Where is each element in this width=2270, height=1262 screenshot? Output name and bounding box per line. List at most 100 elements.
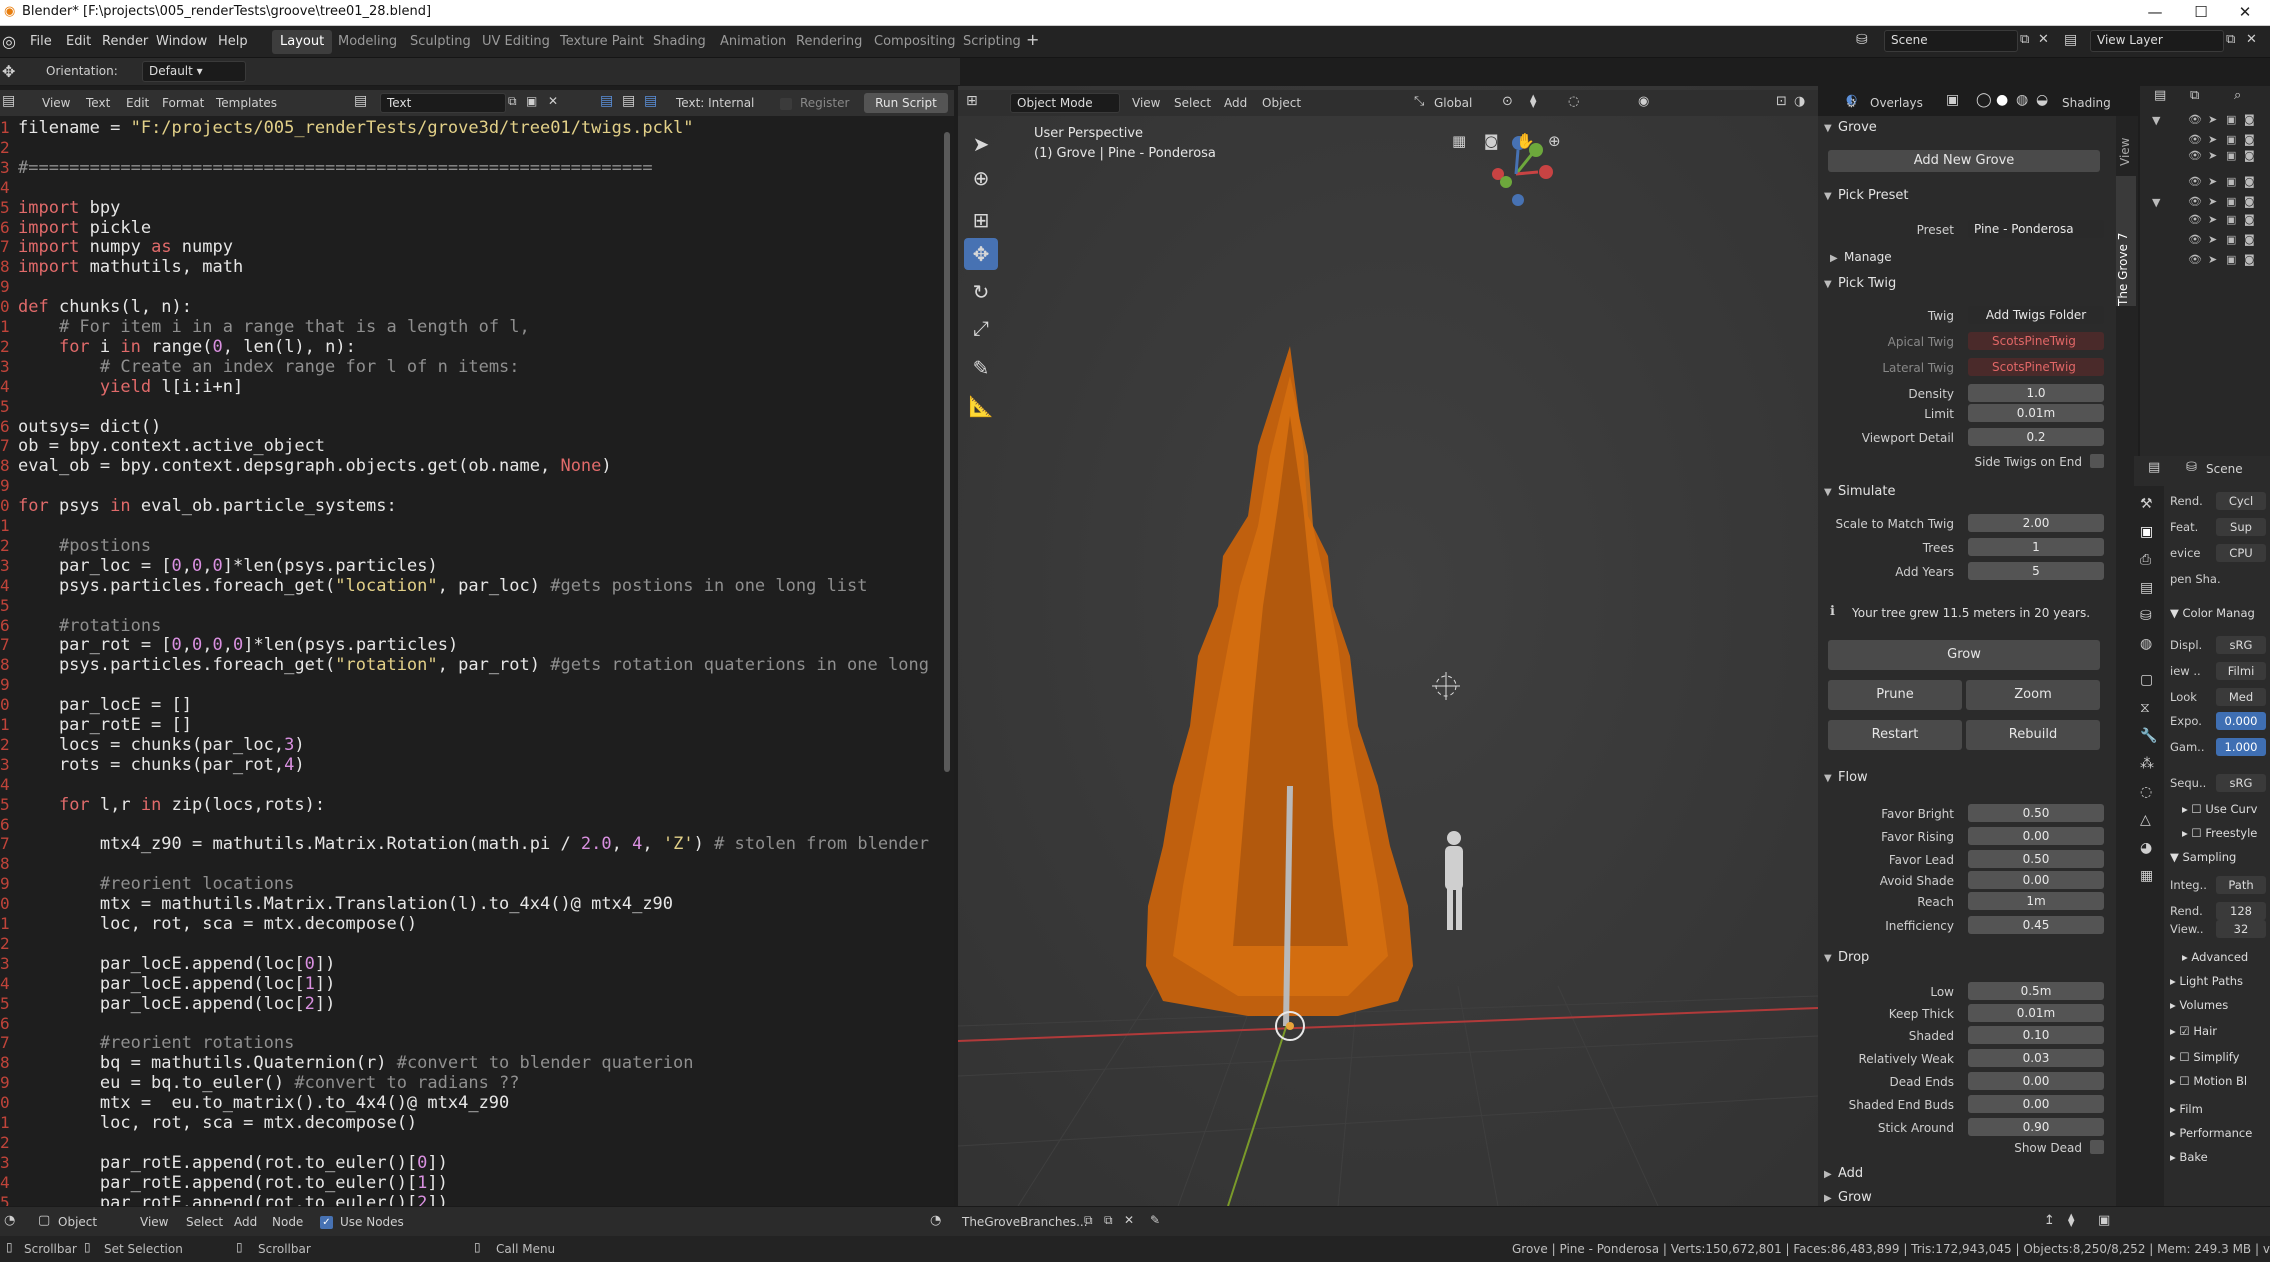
code-line[interactable]: 1 # For item i in a range that is a leng… <box>0 317 940 337</box>
tab-animation[interactable]: Animation <box>712 30 794 54</box>
outliner-row[interactable]: 👁 ➤ ▣ ◙ <box>2140 232 2270 250</box>
move-view-tool-icon[interactable]: ⊞ <box>964 204 998 236</box>
flow-value[interactable]: 0.00 <box>1968 827 2104 845</box>
add-workspace-icon[interactable]: + <box>1026 30 1039 49</box>
code-line[interactable]: 1 loc, rot, sca = mtx.decompose() <box>0 914 940 934</box>
flow-value[interactable]: 0.45 <box>1968 916 2104 934</box>
fake-user-icon[interactable]: ⧉ <box>508 94 517 109</box>
flow-value[interactable]: 0.50 <box>1968 850 2104 868</box>
shading-material-icon[interactable]: ◍ <box>2016 92 2028 108</box>
add-years-field[interactable]: 5 <box>1968 562 2104 580</box>
texture-props-icon[interactable]: ▦ <box>2140 868 2153 884</box>
code-line[interactable]: 3 #======================================… <box>0 158 940 178</box>
code-line[interactable]: 5 import bpy <box>0 198 940 218</box>
syntax-highlight-icon[interactable]: ▤ <box>644 93 657 109</box>
new-view-layer-icon[interactable]: ⧉ <box>2226 32 2235 47</box>
tool-props-icon[interactable]: ⚒ <box>2140 496 2153 512</box>
object-mode-dropdown[interactable]: Object Mode <box>1010 93 1120 113</box>
render-camera-icon[interactable]: ◙ <box>2244 113 2255 126</box>
code-line[interactable]: 4 yield l[i:i+n] <box>0 377 940 397</box>
selectable-arrow-icon[interactable]: ➤ <box>2208 213 2217 226</box>
render-props-icon[interactable]: ▣ <box>2140 524 2153 540</box>
lateral-twig-field[interactable]: ScotsPineTwig <box>1968 358 2104 376</box>
code-line[interactable]: 2 <box>0 138 940 158</box>
viewport-menu-view[interactable]: View <box>1132 96 1160 110</box>
menu-edit[interactable]: Edit <box>66 34 91 49</box>
code-line[interactable]: 5 <box>0 397 940 417</box>
section-pick-twig[interactable]: ▼ Pick Twig <box>1824 276 2112 298</box>
code-line[interactable]: 3 # Create an index range for l of n ite… <box>0 357 940 377</box>
property-section[interactable]: ▼ Color Manag <box>2170 606 2255 620</box>
outliner-row[interactable]: ▼ 👁 ➤ ▣ ◙ <box>2140 194 2270 212</box>
blender-menu-icon[interactable]: ◎ <box>2 32 16 51</box>
code-line[interactable]: 2 for i in range(0, len(l), n): <box>0 337 940 357</box>
selectable-arrow-icon[interactable]: ➤ <box>2208 195 2217 208</box>
visibility-eye-icon[interactable]: 👁 <box>2188 113 2202 126</box>
shading-solid-icon[interactable]: ● <box>1996 92 2008 108</box>
node-tree-unlink-icon[interactable]: ✕ <box>1124 1213 1134 1227</box>
density-field[interactable]: 1.0 <box>1968 384 2104 402</box>
selectable-arrow-icon[interactable]: ➤ <box>2208 253 2217 266</box>
viewport-menu-object[interactable]: Object <box>1262 96 1301 110</box>
properties-type-icon[interactable]: ▤ <box>2148 460 2160 475</box>
code-line[interactable]: 4 <box>0 178 940 198</box>
property-section[interactable]: ▸ ☐ Simplify <box>2170 1050 2239 1064</box>
code-line[interactable]: 4 <box>0 775 940 795</box>
viewport-display-icon[interactable]: ▣ <box>2226 233 2236 246</box>
node-tree-name[interactable]: TheGroveBranches... <box>962 1215 1088 1229</box>
drop-value[interactable]: 0.03 <box>1968 1049 2104 1067</box>
node-menu-select[interactable]: Select <box>186 1215 223 1229</box>
property-value[interactable]: CPU <box>2216 544 2266 562</box>
visibility-eye-icon[interactable]: 👁 <box>2188 133 2202 146</box>
select-tool-icon[interactable]: ➤ <box>964 128 998 160</box>
grow-button[interactable]: Grow <box>1828 640 2100 670</box>
render-camera-icon[interactable]: ◙ <box>2244 175 2255 188</box>
add-new-grove-button[interactable]: Add New Grove <box>1828 150 2100 172</box>
code-line[interactable]: 2 <box>0 1133 940 1153</box>
code-line[interactable]: 9 <box>0 476 940 496</box>
section-grow[interactable]: ▶ Grow <box>1824 1190 2112 1206</box>
code-scrollbar[interactable] <box>940 116 954 1206</box>
node-menu-add[interactable]: Add <box>234 1215 257 1229</box>
property-section[interactable]: ▸ Performance <box>2170 1126 2252 1140</box>
menu-window[interactable]: Window <box>156 34 207 49</box>
code-line[interactable]: 2 <box>0 934 940 954</box>
section-flow[interactable]: ▼ Flow <box>1824 770 2112 792</box>
code-line[interactable]: 8 bq = mathutils.Quaternion(r) #convert … <box>0 1053 940 1073</box>
code-line[interactable]: 8 import mathutils, math <box>0 257 940 277</box>
run-script-button[interactable]: Run Script <box>864 93 948 113</box>
code-line[interactable]: 3 par_rotE.append(rot.to_euler()[0]) <box>0 1153 940 1173</box>
delete-view-layer-icon[interactable]: ✕ <box>2246 32 2257 47</box>
xray-icon[interactable]: ▣ <box>1946 92 1959 108</box>
property-section[interactable]: ▸ Bake <box>2170 1150 2208 1164</box>
tab-the-grove[interactable]: The Grove 7 <box>2116 176 2136 306</box>
menu-file[interactable]: File <box>30 34 52 49</box>
viewport-display-icon[interactable]: ▣ <box>2226 149 2236 162</box>
viewport-editor-type-icon[interactable]: ⊞ <box>966 93 978 109</box>
line-numbers-icon[interactable]: ▤ <box>600 93 613 109</box>
code-line[interactable]: 7 #reorient rotations <box>0 1033 940 1053</box>
restart-button[interactable]: Restart <box>1828 720 1962 750</box>
drop-value[interactable]: 0.00 <box>1968 1072 2104 1090</box>
tab-uv-editing[interactable]: UV Editing <box>474 30 558 54</box>
code-line[interactable]: 8 eval_ob = bpy.context.depsgraph.objects… <box>0 456 940 476</box>
flow-value[interactable]: 0.50 <box>1968 804 2104 822</box>
use-nodes-checkbox[interactable]: ✓ <box>320 1216 333 1229</box>
tab-shading[interactable]: Shading <box>645 30 714 54</box>
new-scene-icon[interactable]: ⧉ <box>2020 32 2029 47</box>
maximize-button[interactable]: ☐ <box>2178 0 2224 26</box>
section-pick-preset[interactable]: ▼ Pick Preset <box>1824 188 2112 210</box>
code-line[interactable]: 7 par_rot = [0,0,0,0]*len(psys.particles… <box>0 635 940 655</box>
code-line[interactable]: 7 import numpy as numpy <box>0 237 940 257</box>
visibility-eye-icon[interactable]: 👁 <box>2188 149 2202 162</box>
drop-value[interactable]: 0.01m <box>1968 1004 2104 1022</box>
render-camera-icon[interactable]: ◙ <box>2244 133 2255 146</box>
code-line[interactable]: 6 <box>0 1014 940 1034</box>
viewport-display-icon[interactable]: ▣ <box>2226 133 2236 146</box>
measure-tool-icon[interactable]: 📐 <box>964 390 998 422</box>
section-add[interactable]: ▶ Add <box>1824 1166 2112 1188</box>
tab-view[interactable]: View <box>2118 126 2136 166</box>
code-line[interactable]: 7 mtx4_z90 = mathutils.Matrix.Rotation(m… <box>0 834 940 854</box>
node-tree-fake-user-icon[interactable]: ⧉ <box>1084 1213 1093 1228</box>
section-simulate[interactable]: ▼ Simulate <box>1824 484 2112 506</box>
